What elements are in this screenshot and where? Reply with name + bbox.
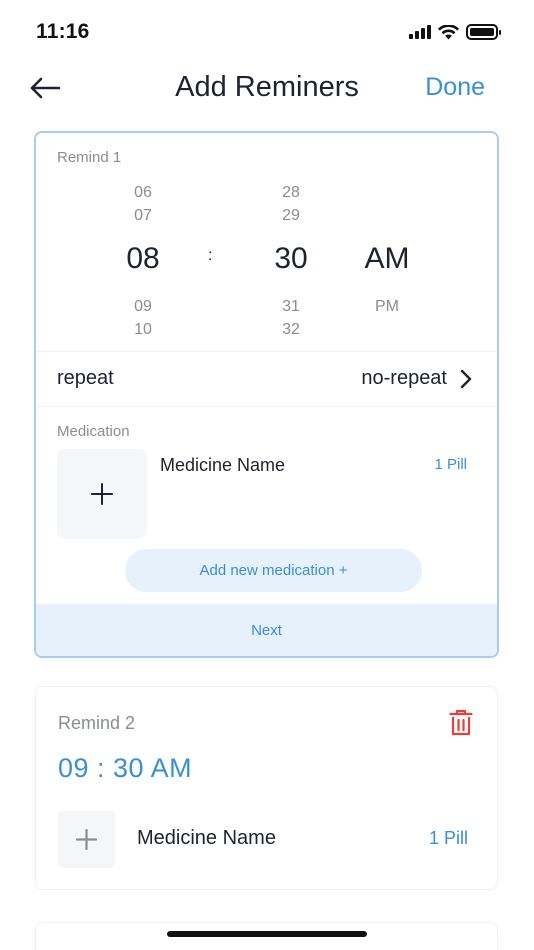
remind-2-label: Remind 2: [58, 713, 136, 733]
medication-name[interactable]: Medicine Name: [160, 455, 285, 476]
hour-selected[interactable]: 08: [103, 240, 183, 278]
hour-option[interactable]: 06: [103, 181, 183, 204]
battery-icon: [466, 24, 501, 40]
repeat-label: repeat: [57, 367, 114, 389]
add-medication-photo-button[interactable]: [57, 449, 147, 539]
medication-dose[interactable]: 1 Pill: [434, 456, 467, 473]
repeat-value: no-repeat: [361, 367, 447, 389]
hour-picker[interactable]: 06 07 08 09 10: [103, 181, 183, 341]
remind-1-card: Remind 1 06 07 08 09 10 : 28 29 30 31 32…: [34, 131, 499, 658]
divider: [36, 406, 497, 407]
period-option[interactable]: PM: [347, 295, 427, 318]
repeat-row[interactable]: repeat no-repeat: [36, 351, 497, 406]
plus-icon: [91, 483, 113, 505]
hour-option[interactable]: 10: [103, 318, 183, 341]
wifi-icon: [438, 24, 459, 39]
status-icons: [409, 24, 501, 40]
minute-picker[interactable]: 28 29 30 31 32: [251, 181, 331, 341]
signal-icon: [409, 25, 431, 39]
plus-icon: [76, 829, 97, 850]
minute-selected[interactable]: 30: [251, 240, 331, 278]
hour-option[interactable]: 07: [103, 204, 183, 227]
time-picker[interactable]: 06 07 08 09 10 : 28 29 30 31 32 AM PM: [36, 181, 497, 351]
nav-bar: Add Reminers Done: [0, 62, 534, 114]
period-picker[interactable]: AM PM: [347, 181, 427, 318]
period-selected[interactable]: AM: [347, 240, 427, 278]
status-bar: 11:16: [0, 0, 534, 62]
medication-name[interactable]: Medicine Name: [137, 827, 276, 850]
add-medication-photo-button[interactable]: [58, 811, 115, 868]
hour-option[interactable]: 09: [103, 295, 183, 318]
time-separator: :: [208, 247, 213, 264]
remind-2-card[interactable]: Remind 2 09 : 30 AM Medicine Name 1 Pill: [35, 686, 498, 890]
minute-option[interactable]: 32: [251, 318, 331, 341]
medication-dose[interactable]: 1 Pill: [429, 828, 468, 849]
done-button[interactable]: Done: [425, 73, 485, 102]
medication-section-label: Medication: [57, 423, 130, 440]
chevron-right-icon: [460, 369, 472, 389]
next-button[interactable]: Next: [36, 604, 497, 656]
trash-icon[interactable]: [449, 709, 473, 736]
add-new-medication-button[interactable]: Add new medication +: [125, 549, 422, 592]
status-time: 11:16: [36, 20, 90, 43]
minute-option[interactable]: 28: [251, 181, 331, 204]
minute-option[interactable]: 29: [251, 204, 331, 227]
remind-2-time[interactable]: 09 : 30 AM: [58, 753, 192, 784]
home-indicator: [167, 931, 367, 937]
remind-1-label: Remind 1: [57, 149, 122, 166]
minute-option[interactable]: 31: [251, 295, 331, 318]
